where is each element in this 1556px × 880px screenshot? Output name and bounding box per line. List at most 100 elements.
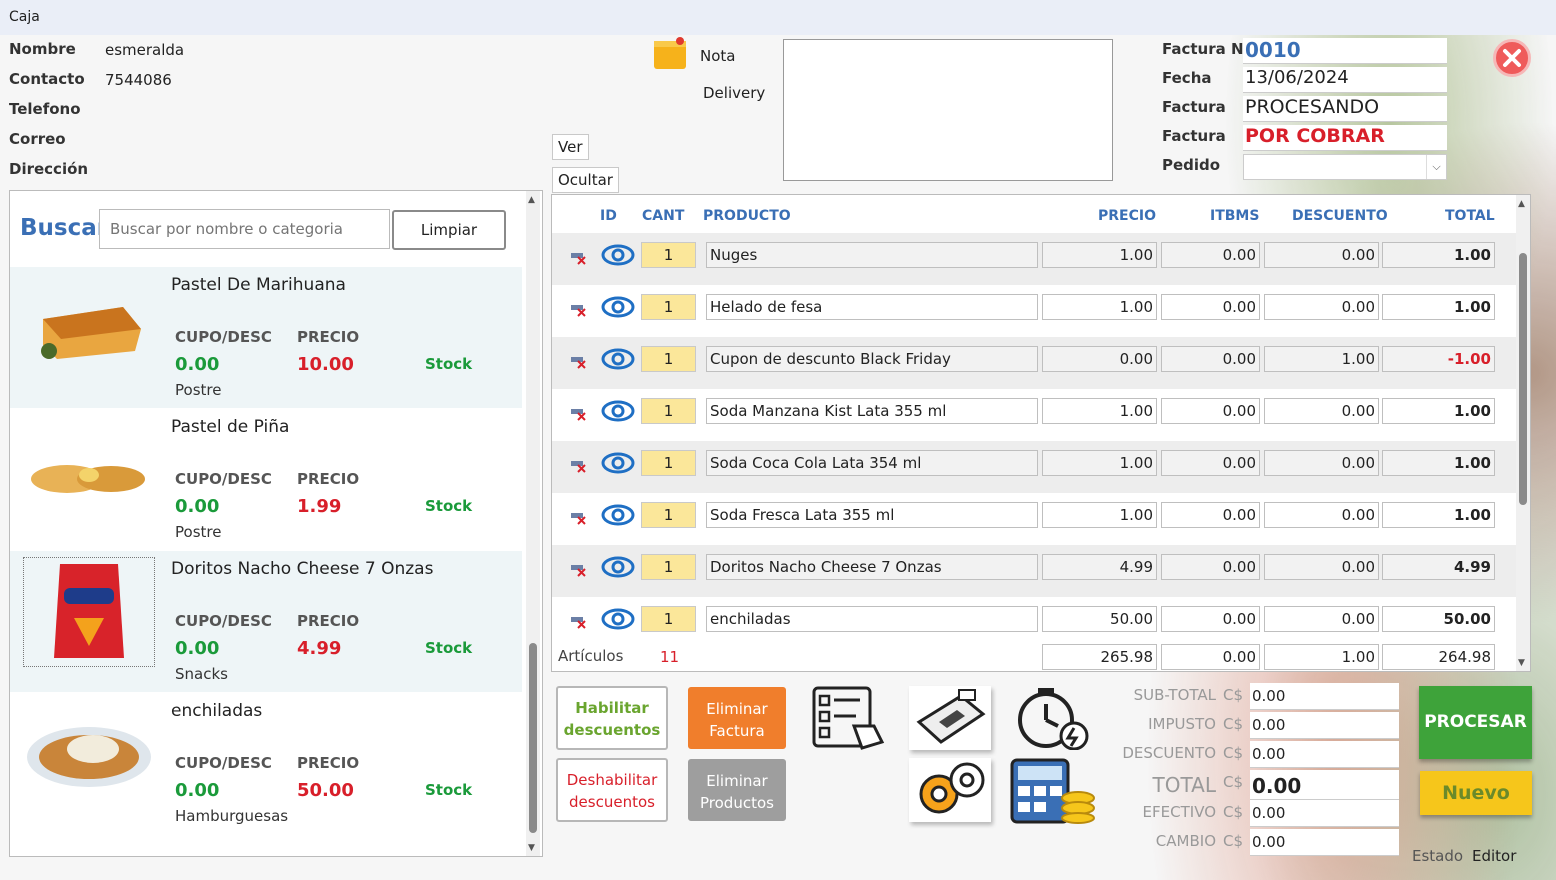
cant-field[interactable]: 1 — [641, 242, 696, 268]
precio-cell[interactable]: 1.00 — [1042, 242, 1157, 268]
delete-row-icon[interactable] — [571, 511, 587, 525]
table-row[interactable]: 1 Soda Coca Cola Lata 354 ml 1.00 0.00 0.00 1… — [552, 441, 1518, 493]
timer-icon[interactable] — [1010, 686, 1092, 751]
subtotal-field[interactable]: 0.00 — [1250, 683, 1399, 710]
scroll-down-icon[interactable]: ▼ — [1518, 658, 1525, 668]
cambio-field[interactable]: 0.00 — [1250, 829, 1399, 856]
pedido-select[interactable]: ⌵ — [1243, 154, 1447, 180]
producto-cell[interactable]: Helado de fesa — [706, 294, 1038, 320]
deshabilitar-descuentos-button[interactable]: Deshabilitar descuentos — [556, 758, 668, 822]
table-row[interactable]: 1 Nuges 1.00 0.00 0.00 1.00 — [552, 233, 1518, 285]
eye-icon[interactable] — [601, 296, 635, 318]
table-row[interactable]: 1 enchiladas 50.00 0.00 0.00 50.00 — [552, 597, 1518, 649]
itbms-cell[interactable]: 0.00 — [1161, 346, 1260, 372]
descuento-cell[interactable]: 0.00 — [1264, 242, 1379, 268]
producto-cell[interactable]: enchiladas — [706, 606, 1038, 632]
table-row[interactable]: 1 Helado de fesa 1.00 0.00 0.00 1.00 — [552, 285, 1518, 337]
ocultar-button[interactable]: Ocultar — [552, 167, 619, 193]
habilitar-descuentos-button[interactable]: Habilitar descuentos — [556, 686, 668, 750]
grid-scrollbar[interactable]: ▲ ▼ — [1516, 195, 1530, 671]
eye-icon[interactable] — [601, 348, 635, 370]
itbms-cell[interactable]: 0.00 — [1161, 502, 1260, 528]
precio-cell[interactable]: 4.99 — [1042, 554, 1157, 580]
precio-cell[interactable]: 1.00 — [1042, 450, 1157, 476]
ver-button[interactable]: Ver — [552, 134, 589, 160]
eye-icon[interactable] — [601, 244, 635, 266]
delete-row-icon[interactable] — [571, 459, 587, 473]
delete-row-icon[interactable] — [571, 355, 587, 369]
scroll-down-icon[interactable]: ▼ — [528, 843, 535, 853]
producto-cell[interactable]: Cupon de descunto Black Friday — [706, 346, 1038, 372]
cant-field[interactable]: 1 — [641, 606, 696, 632]
itbms-cell[interactable]: 0.00 — [1161, 450, 1260, 476]
descuento-field[interactable]: 0.00 — [1250, 741, 1399, 768]
descuento-cell[interactable]: 0.00 — [1264, 294, 1379, 320]
precio-cell[interactable]: 0.00 — [1042, 346, 1157, 372]
close-button[interactable] — [1493, 39, 1531, 77]
cant-field[interactable]: 1 — [641, 450, 696, 476]
precio-cell[interactable]: 1.00 — [1042, 398, 1157, 424]
itbms-cell[interactable]: 0.00 — [1161, 398, 1260, 424]
note-textarea[interactable] — [783, 39, 1113, 181]
eye-icon[interactable] — [601, 608, 635, 630]
total-field[interactable]: 0.00 — [1250, 770, 1399, 800]
cant-field[interactable]: 1 — [641, 346, 696, 372]
product-card[interactable]: Pastel De Marihuana CUPO/DESC PRECIO 0.0… — [10, 267, 522, 408]
product-card[interactable]: Pastel de Piña CUPO/DESC PRECIO 0.00 1.9… — [10, 409, 522, 550]
producto-cell[interactable]: Nuges — [706, 242, 1038, 268]
table-row[interactable]: 1 Soda Manzana Kist Lata 355 ml 1.00 0.00 0.… — [552, 389, 1518, 441]
product-card[interactable]: Doritos Nacho Cheese 7 Onzas CUPO/DESC P… — [10, 551, 522, 692]
invoice-payment-status[interactable]: POR COBRAR — [1243, 125, 1447, 151]
producto-cell[interactable]: Soda Coca Cola Lata 354 ml — [706, 450, 1038, 476]
itbms-cell[interactable]: 0.00 — [1161, 554, 1260, 580]
delete-row-icon[interactable] — [571, 251, 587, 265]
scroll-up-icon[interactable]: ▲ — [1518, 199, 1525, 209]
payment-terminal-icon[interactable] — [909, 686, 991, 750]
search-input[interactable] — [99, 209, 390, 249]
descuento-cell[interactable]: 0.00 — [1264, 450, 1379, 476]
limpiar-button[interactable]: Limpiar — [392, 210, 506, 250]
descuento-cell[interactable]: 0.00 — [1264, 606, 1379, 632]
table-row[interactable]: 1 Cupon de descunto Black Friday 0.00 0.00 1… — [552, 337, 1518, 389]
precio-cell[interactable]: 1.00 — [1042, 294, 1157, 320]
itbms-cell[interactable]: 0.00 — [1161, 294, 1260, 320]
itbms-cell[interactable]: 0.00 — [1161, 242, 1260, 268]
nuevo-button[interactable]: Nuevo — [1420, 771, 1532, 815]
scroll-up-icon[interactable]: ▲ — [528, 195, 535, 205]
settings-gear-icon[interactable] — [909, 758, 991, 822]
checklist-icon[interactable] — [808, 686, 890, 750]
delete-row-icon[interactable] — [571, 407, 587, 421]
eliminar-productos-button[interactable]: Eliminar Productos — [688, 759, 786, 821]
product-card[interactable]: enchiladas CUPO/DESC PRECIO 0.00 50.00 S… — [10, 693, 522, 834]
eye-icon[interactable] — [601, 400, 635, 422]
descuento-cell[interactable]: 0.00 — [1264, 502, 1379, 528]
catalog-scrollbar[interactable]: ▲ ▼ — [526, 191, 540, 856]
producto-cell[interactable]: Soda Manzana Kist Lata 355 ml — [706, 398, 1038, 424]
producto-cell[interactable]: Soda Fresca Lata 355 ml — [706, 502, 1038, 528]
efectivo-field[interactable]: 0.00 — [1250, 800, 1399, 827]
descuento-cell[interactable]: 0.00 — [1264, 554, 1379, 580]
procesar-button[interactable]: PROCESAR — [1419, 686, 1532, 759]
cant-field[interactable]: 1 — [641, 398, 696, 424]
cant-field[interactable]: 1 — [641, 502, 696, 528]
precio-cell[interactable]: 1.00 — [1042, 502, 1157, 528]
producto-cell[interactable]: Doritos Nacho Cheese 7 Onzas — [706, 554, 1038, 580]
chevron-down-icon[interactable]: ⌵ — [1426, 155, 1446, 179]
calculator-coins-icon[interactable] — [1010, 758, 1096, 824]
eye-icon[interactable] — [601, 504, 635, 526]
eliminar-factura-button[interactable]: Eliminar Factura — [688, 687, 786, 749]
delete-row-icon[interactable] — [571, 303, 587, 317]
delete-row-icon[interactable] — [571, 615, 587, 629]
invoice-status[interactable]: PROCESANDO — [1243, 96, 1447, 122]
invoice-date[interactable]: 13/06/2024 — [1243, 67, 1447, 93]
itbms-cell[interactable]: 0.00 — [1161, 606, 1260, 632]
cant-field[interactable]: 1 — [641, 554, 696, 580]
eye-icon[interactable] — [601, 452, 635, 474]
table-row[interactable]: 1 Doritos Nacho Cheese 7 Onzas 4.99 0.00 0.0… — [552, 545, 1518, 597]
precio-cell[interactable]: 50.00 — [1042, 606, 1157, 632]
descuento-cell[interactable]: 1.00 — [1264, 346, 1379, 372]
eye-icon[interactable] — [601, 556, 635, 578]
invoice-number[interactable]: 0010 — [1243, 38, 1447, 64]
cant-field[interactable]: 1 — [641, 294, 696, 320]
grid-scroll-thumb[interactable] — [1519, 253, 1527, 505]
